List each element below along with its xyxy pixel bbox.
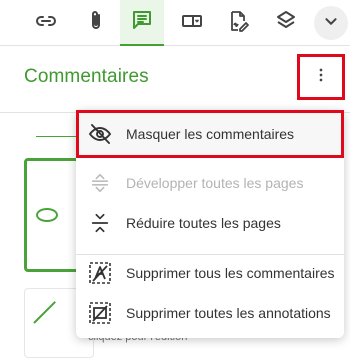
delete-comments-icon bbox=[88, 261, 112, 285]
signature-icon bbox=[226, 9, 250, 38]
menu-item-collapse-pages[interactable]: Réduire toutes les pages bbox=[76, 203, 344, 243]
menu-item-label: Supprimer toutes les annotations bbox=[126, 305, 331, 321]
layers-icon bbox=[274, 9, 298, 38]
toolbar bbox=[0, 0, 350, 46]
chevron-down-icon bbox=[320, 10, 342, 37]
signature-button[interactable] bbox=[216, 0, 260, 46]
more-tools-button[interactable] bbox=[314, 6, 348, 40]
menu-item-hide-comments[interactable]: Masquer les commentaires bbox=[76, 110, 344, 158]
page-separator bbox=[36, 136, 80, 137]
options-menu: Masquer les commentaires Développer tout… bbox=[76, 110, 344, 338]
menu-item-delete-comments[interactable]: Supprimer tous les commentaires bbox=[76, 253, 344, 293]
form-field-button[interactable] bbox=[170, 0, 214, 46]
menu-item-expand-pages[interactable]: Développer toutes les pages bbox=[76, 163, 344, 203]
form-field-icon bbox=[180, 9, 204, 38]
more-options-button[interactable] bbox=[297, 54, 345, 100]
menu-item-label: Réduire toutes les pages bbox=[126, 215, 281, 231]
expand-icon bbox=[88, 171, 112, 195]
attachment-button[interactable] bbox=[74, 0, 118, 46]
panel-title: Commentaires bbox=[24, 66, 149, 87]
ellipse-annotation-icon bbox=[36, 208, 58, 222]
link-button[interactable] bbox=[24, 0, 68, 46]
paperclip-icon bbox=[84, 9, 108, 38]
comment-icon bbox=[130, 8, 154, 37]
comments-button[interactable] bbox=[120, 0, 164, 46]
layers-button[interactable] bbox=[264, 0, 308, 46]
collapse-icon bbox=[88, 211, 112, 235]
kebab-menu-icon bbox=[311, 65, 331, 90]
delete-annotations-icon bbox=[88, 301, 112, 325]
eye-off-icon bbox=[88, 122, 112, 146]
menu-item-delete-annotations[interactable]: Supprimer toutes les annotations bbox=[76, 293, 344, 333]
menu-item-label: Supprimer tous les commentaires bbox=[126, 265, 335, 281]
menu-item-label: Développer toutes les pages bbox=[126, 175, 304, 191]
link-icon bbox=[34, 9, 58, 38]
menu-item-label: Masquer les commentaires bbox=[126, 126, 295, 142]
